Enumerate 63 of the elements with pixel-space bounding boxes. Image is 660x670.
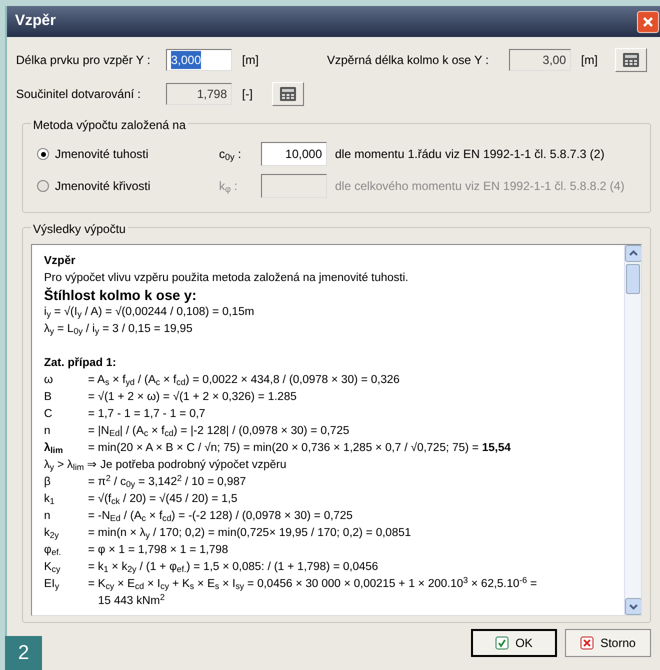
field-label: Vzpěrná délka kolmo k ose Y : [327,52,490,69]
scroll-down-icon[interactable] [625,598,641,615]
result-title: Zat. případ 1: [44,356,118,371]
formula-expression: = min(20 × A × B × C / √n; 75) = min(20 × 0,736 × 1,285 × 0,7 / √0,725; 75) = 15,54 [88,440,511,456]
formula-symbol: n [44,509,52,524]
check-icon [495,636,510,650]
input-field[interactable] [261,174,327,198]
input-field[interactable]: 10,000 [261,142,327,166]
formula-expression: = 1,7 - 1 = 1,7 - 1 = 0,7 [88,407,206,422]
scrollbar[interactable] [624,245,641,615]
result-line: i$_{y}$ = √(I$_{y}$ / A) = √(0,00244 / 0,108) = 0,15m [44,304,256,321]
result-line: λ$_{y}$ = L$_{0y}$ / i$_{y}$ = 3 / 0,15 = 19,95 [44,322,194,338]
formula-expression: = π$^{2}$ / c$_{0y}$ = 3,142$^{2}$ / 10 = 0,987 [88,474,246,491]
figure-number: 2 [5,636,42,670]
parameter-label: k$_{φ}$ : [219,178,239,195]
result-line: λ$_{y}$ > λ$_{lim}$ ⇒ Je potřeba podrobný výpočet vzpěru [44,458,288,474]
formula-expression: = min(n × λ$_{y}$ / 170; 0,2) = min(0,725× 19,95 / 170; 0,2) = 0,0851 [88,526,412,542]
formula-expression: = k$_{1}$ × k$_{2y}$ / (1 + φ$_{ef.}$) = 1,5 × 0,085: / (1 + 1,798) = 0,0456 [88,560,378,576]
scroll-thumb[interactable] [626,264,640,294]
field-label: Součinitel dotvarování : [16,86,142,103]
formula-symbol: β [44,475,52,490]
formula-expression: = K$_{cy}$ × E$_{cd}$ × I$_{cy}$ + K$_{s}$ × E$_{s}$ × I$_{sy}$ = 0,0456 × 30 000 × 0,00215 + 1 × 200.10$^{3}$ × 62,5.10$^{-6}$ = [88,576,537,593]
formula-symbol: φ$_{ef.}$ [44,543,62,559]
reference-note: dle momentu 1.řádu viz EN 1992-1-1 čl. 5.8.7.3 (2) [335,146,604,163]
field-label: Délka prvku pro vzpěr Y : [16,52,152,69]
field-label: [-] [242,86,254,103]
formula-symbol: C [44,407,54,422]
formula-symbol: EI$_{y}$ [44,577,60,593]
radio-button[interactable] [37,148,49,160]
radio-label[interactable]: Jmenovité tuhosti [55,145,148,163]
cancel-button[interactable]: Storno [565,629,651,657]
formula-expression: = |N$_{Ed}$| / (A$_{c}$ × f$_{cd}$) = |-2 128| / (0,0978 × 30) = 0,725 [88,424,350,440]
result-line: 15 443 kNm$^{2}$ [97,593,166,609]
field-label: [m] [581,52,599,69]
calculator-icon [623,53,639,67]
formula-symbol: k$_{2y}$ [44,526,60,542]
formula-symbol: ω [44,373,54,388]
formula-expression: = √(f$_{ck}$ / 20) = √(45 / 20) = 1,5 [88,492,238,508]
scroll-up-icon[interactable] [625,245,641,262]
close-icon [642,16,654,28]
ok-button[interactable]: OK [471,629,557,657]
formula-symbol: λ$_{lim}$ [44,441,64,457]
close-button[interactable] [637,10,659,32]
formula-expression: = A$_{s}$ × f$_{yd}$ / (A$_{c}$ × f$_{cd}$) = 0,0022 × 434,8 / (0,0978 × 30) = 0,326 [88,373,400,389]
formula-symbol: B [44,390,53,405]
input-field[interactable]: 3,000 [166,49,232,71]
formula-expression: = -N$_{Ed}$ / (A$_{c}$ × f$_{cd}$) = -(-2 128) / (0,0978 × 30) = 0,725 [88,509,353,525]
close-icon [580,636,594,650]
result-heading: Štíhlost kolmo k ose y: [44,287,198,304]
calculator-button[interactable] [615,48,647,72]
field-label: [m] [242,52,260,69]
parameter-label: c$_{0y}$ : [219,146,242,163]
result-line: Pro výpočet vlivu vzpěru použita metoda založená na jmenovité tuhosti. [44,271,410,286]
formula-expression: = √(1 + 2 × ω) = √(1 + 2 × 0,326) = 1.285 [88,390,297,405]
window-title: Vzpěr [15,11,56,32]
formula-symbol: K$_{cy}$ [44,560,62,576]
formula-symbol: k$_{1}$ [44,492,56,508]
reference-note: dle celkového momentu viz EN 1992-1-1 čl. 5.8.8.2 (4) [335,178,624,195]
calculator-icon [280,87,296,101]
formula-symbol: n [44,424,52,439]
formula-expression: = φ × 1 = 1,798 × 1 = 1,798 [88,543,228,558]
calculator-button[interactable] [272,82,304,106]
result-title: Vzpěr [44,254,76,269]
